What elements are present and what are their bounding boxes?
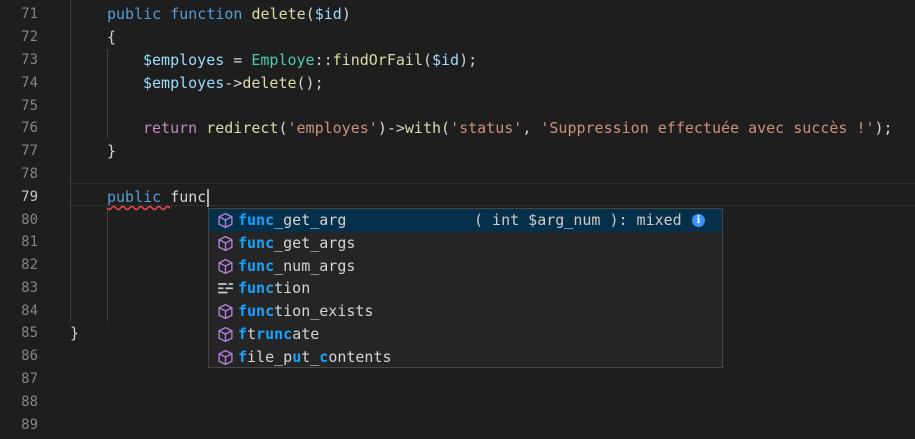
suggestion-item-function-exists[interactable]: function_exists <box>209 300 722 323</box>
line-number-gutter: 71 72 73 74 75 76 77 78 79 80 81 82 83 8… <box>0 0 62 439</box>
variable: $id <box>432 51 460 69</box>
method-cube-icon <box>218 349 233 365</box>
keyword: public <box>107 5 162 23</box>
punctuation: ( <box>278 119 288 137</box>
code-line-71: public function delete($id) <box>107 3 915 26</box>
suggestion-item-func-num-args[interactable]: func_num_args <box>209 255 722 278</box>
line-number-active: 79 <box>21 189 38 205</box>
suggestion-label: func_get_arg <box>238 211 347 229</box>
brace: { <box>107 28 117 46</box>
line-number: 73 <box>21 52 38 68</box>
code-line-72: { <box>107 26 915 49</box>
function-name: redirect <box>206 119 279 137</box>
function-name: delete <box>251 5 306 23</box>
function-name: delete <box>242 74 297 92</box>
line-number: 85 <box>21 325 38 341</box>
operator: = <box>224 51 252 69</box>
code-editor[interactable]: 71 72 73 74 75 76 77 78 79 80 81 82 83 8… <box>0 0 915 439</box>
suggestion-item-file-put-contents[interactable]: file_put_contents <box>209 346 722 369</box>
method-cube-icon <box>218 304 233 320</box>
line-number: 78 <box>21 166 38 182</box>
punctuation: (); <box>296 74 324 92</box>
variable: $employes <box>143 51 225 69</box>
suggestion-label: function_exists <box>238 302 374 321</box>
method-cube-icon <box>218 326 233 343</box>
line-number: 72 <box>21 29 38 45</box>
line-number: 77 <box>21 143 38 159</box>
line-number: 74 <box>21 75 38 91</box>
code-line-77: } <box>107 140 915 163</box>
punctuation: ( <box>441 119 451 137</box>
suggestion-label: func_get_args <box>238 233 356 252</box>
operator: :: <box>314 51 333 69</box>
string: 'status' <box>450 119 523 137</box>
punctuation: ( <box>305 5 315 23</box>
line-number: 71 <box>21 6 38 22</box>
suggestion-item-func-get-args[interactable]: func_get_args <box>209 232 722 255</box>
method-cube-icon <box>218 235 233 251</box>
info-icon[interactable]: i <box>692 214 705 227</box>
line-number: 87 <box>21 371 38 387</box>
keyword-snippet-icon <box>218 283 233 294</box>
line-number: 75 <box>21 98 38 114</box>
class-name: Employe <box>251 51 315 69</box>
punctuation: ( <box>422 51 432 69</box>
suggestion-label: ftruncate <box>238 325 320 343</box>
string: 'Suppression effectuée avec succès !' <box>540 119 875 137</box>
suggestion-item-func-get-arg[interactable]: func_get_arg ( int $arg_num ): mixed i <box>209 209 722 232</box>
code-line-79: public func <box>107 186 915 209</box>
brace: } <box>70 324 80 342</box>
line-number: 76 <box>21 120 38 136</box>
function-name: with <box>404 119 442 137</box>
suggestion-label: file_put_contents <box>238 347 392 366</box>
method-cube-icon <box>218 258 233 274</box>
suggestion-label: function <box>238 279 311 298</box>
operator: -> <box>224 74 243 92</box>
keyword: return <box>143 119 198 137</box>
variable: $employes <box>143 74 225 92</box>
string: 'employes' <box>287 119 378 137</box>
line-number: 83 <box>21 280 38 296</box>
punctuation: ); <box>459 51 478 69</box>
punctuation: ) <box>341 5 351 23</box>
brace: } <box>107 142 117 160</box>
line-number: 82 <box>21 257 38 273</box>
typed-text: func <box>170 188 207 206</box>
line-number: 84 <box>21 303 38 319</box>
line-number: 89 <box>21 417 38 433</box>
suggestion-item-ftruncate[interactable]: ftruncate <box>209 323 722 346</box>
suggestion-item-function[interactable]: function <box>209 277 722 300</box>
code-line-76: return redirect('employes')->with('statu… <box>143 117 915 140</box>
punctuation: ); <box>874 119 893 137</box>
line-number: 88 <box>21 394 38 410</box>
variable: $id <box>314 5 342 23</box>
line-number: 86 <box>21 348 38 364</box>
punctuation: , <box>522 119 541 137</box>
line-number: 80 <box>21 212 38 228</box>
keyword: function <box>170 5 243 23</box>
line-number: 81 <box>21 234 38 250</box>
method-cube-icon <box>218 212 233 229</box>
code-line-74: $employes->delete(); <box>143 72 915 95</box>
suggestion-detail: ( int $arg_num ): mixed <box>474 211 682 229</box>
code-line-73: $employes = Employe::findOrFail($id); <box>143 49 915 72</box>
punctuation: )-> <box>377 119 405 137</box>
text-cursor <box>207 188 210 207</box>
suggestion-label: func_num_args <box>238 256 356 275</box>
function-name: findOrFail <box>332 51 423 69</box>
autocomplete-suggest-widget[interactable]: func_get_arg ( int $arg_num ): mixed i f… <box>208 208 723 368</box>
keyword: public <box>107 188 162 206</box>
